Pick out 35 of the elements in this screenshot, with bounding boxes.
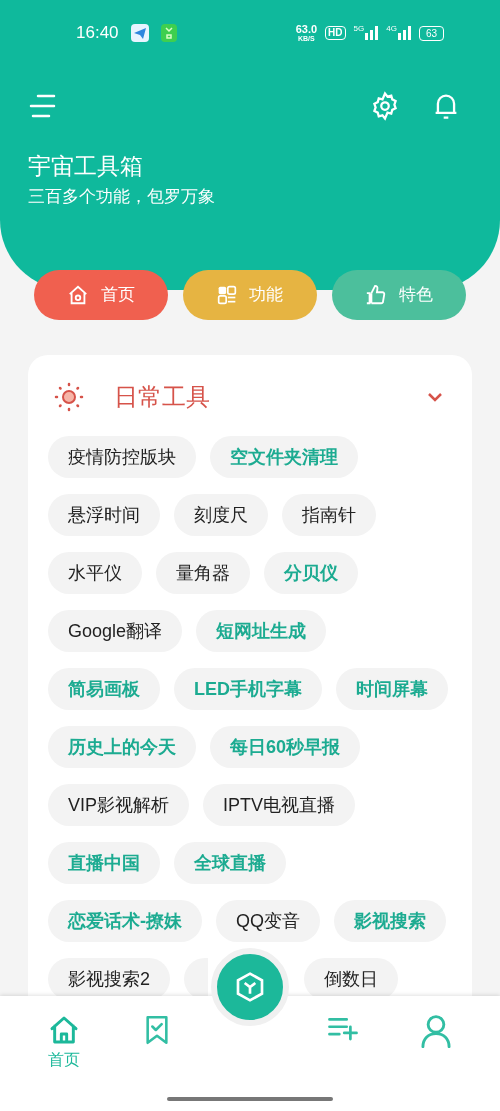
- network-speed: 63.0: [295, 24, 318, 35]
- tool-chip[interactable]: IPTV电视直播: [203, 784, 356, 826]
- tool-chip[interactable]: 历史上的今天: [48, 726, 196, 768]
- app-title: 宇宙工具箱: [28, 152, 144, 181]
- tool-chip[interactable]: LED手机字幕: [174, 668, 322, 710]
- category-tab[interactable]: 功能: [183, 270, 317, 320]
- category-tab[interactable]: 首页: [34, 270, 168, 320]
- tool-chip[interactable]: 分贝仪: [264, 552, 358, 594]
- tool-chip[interactable]: VIP影视解析: [48, 784, 189, 826]
- nav-tab[interactable]: 首页: [18, 1014, 111, 1072]
- tool-chip[interactable]: 空文件夹清理: [210, 436, 358, 478]
- tool-chip[interactable]: 刻度尺: [174, 494, 268, 536]
- tool-chip[interactable]: Google翻译: [48, 610, 183, 652]
- section-title: 日常工具: [114, 382, 210, 412]
- tool-chip[interactable]: 悬浮时间: [48, 494, 160, 536]
- tool-chip[interactable]: 全球直播: [174, 842, 286, 884]
- network-label: 4G: [386, 23, 397, 35]
- tool-chip[interactable]: 时间屏幕: [336, 668, 448, 710]
- tool-chip[interactable]: 量角器: [156, 552, 250, 594]
- tool-chip[interactable]: 简易画板: [48, 668, 160, 710]
- app-subtitle: 三百多个功能，包罗万象: [28, 186, 216, 208]
- tool-chip[interactable]: 每日60秒早报: [210, 726, 361, 768]
- tool-chip[interactable]: 恋爱话术-撩妹: [48, 900, 202, 942]
- category-tab[interactable]: 特色: [332, 270, 466, 320]
- network-label: 5G: [353, 23, 365, 35]
- battery-indicator: 63: [418, 25, 444, 41]
- status-time: 16:40: [76, 22, 119, 45]
- tool-chip[interactable]: 影视搜索: [334, 900, 446, 942]
- tool-chip[interactable]: 直播中国: [48, 842, 160, 884]
- tool-chip[interactable]: 短网址生成: [196, 610, 327, 652]
- tool-chip[interactable]: QQ变音: [216, 900, 320, 942]
- hd-badge: HD: [325, 26, 346, 40]
- tool-chip[interactable]: 指南针: [282, 494, 376, 536]
- tool-chip[interactable]: 疫情防控版块: [48, 436, 196, 478]
- tool-chip[interactable]: 水平仪: [48, 552, 142, 594]
